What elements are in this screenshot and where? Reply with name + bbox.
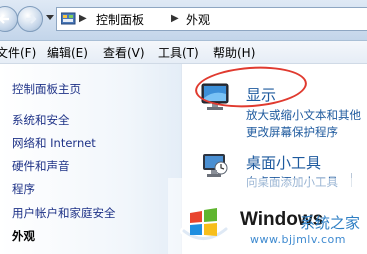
breadcrumb-separator-icon[interactable]: ▶: [171, 13, 179, 24]
windows-logo-icon: [180, 208, 230, 243]
sidebar-item-network-internet[interactable]: 网络和 Internet: [12, 135, 96, 151]
address-bar: ▶ 控制面板 ▶ 外观: [0, 0, 367, 41]
watermark-site-name: 系统之家: [300, 214, 361, 232]
sidebar-item-control-panel-home[interactable]: 控制面板主页: [12, 81, 81, 97]
sidebar: 控制面板主页 系统和安全 网络和 Internet 硬件和声音 程序 用户帐户和…: [0, 64, 182, 254]
link-zoom-text[interactable]: 放大或缩小文本和其他: [246, 107, 361, 123]
breadcrumb-separator-icon[interactable]: ▶: [79, 13, 87, 24]
control-panel-icon: [61, 12, 76, 25]
back-button[interactable]: [0, 6, 18, 32]
address-box[interactable]: ▶ 控制面板 ▶ 外观: [56, 7, 367, 31]
menu-view[interactable]: 查看(V): [103, 44, 145, 61]
link-screensaver[interactable]: 更改屏幕保护程序: [246, 124, 338, 140]
category-gadgets-title[interactable]: 桌面小工具: [246, 152, 321, 173]
breadcrumb-appearance[interactable]: 外观: [186, 11, 210, 28]
menu-bar: 文件(F) 编辑(E) 查看(V) 工具(T) 帮助(H): [0, 41, 367, 64]
back-arrow-icon: [0, 14, 9, 24]
menu-tools[interactable]: 工具(T): [158, 44, 199, 61]
recent-pages-dropdown-icon[interactable]: [46, 15, 54, 21]
sidebar-item-system-security[interactable]: 系统和安全: [12, 112, 70, 128]
sidebar-item-programs[interactable]: 程序: [12, 181, 35, 197]
sidebar-item-user-accounts[interactable]: 用户帐户和家庭安全: [12, 205, 116, 221]
watermark-url: www.bjjmlv.com: [250, 233, 346, 246]
menu-file[interactable]: 文件(F): [0, 44, 36, 61]
sidebar-item-hardware-sound[interactable]: 硬件和声音: [12, 158, 70, 174]
menu-help[interactable]: 帮助(H): [213, 44, 255, 61]
forward-arrow-icon: [26, 14, 37, 24]
forward-button[interactable]: [17, 6, 43, 32]
gadgets-icon[interactable]: [200, 150, 230, 180]
breadcrumb-control-panel[interactable]: 控制面板: [96, 11, 144, 28]
sidebar-item-appearance[interactable]: 外观: [12, 228, 35, 244]
menu-edit[interactable]: 编辑(E): [47, 44, 88, 61]
